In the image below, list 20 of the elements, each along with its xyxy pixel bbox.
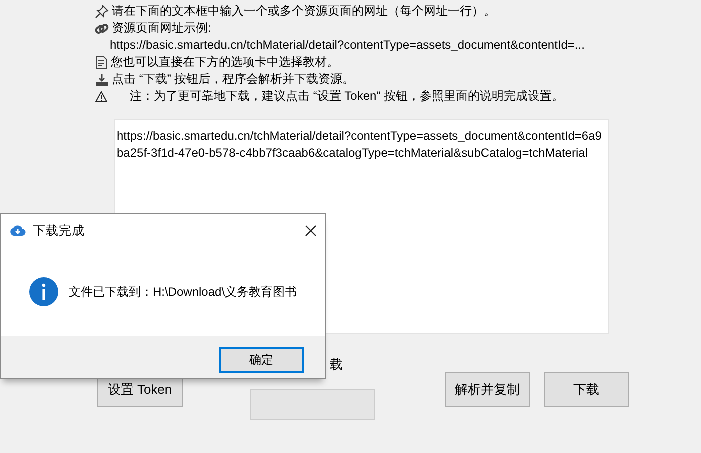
action-button[interactable]: 下载 <box>544 372 629 407</box>
instruction-text: 请在下面的文本框中输入一个或多个资源页面的网址（每个网址一行）。 <box>112 3 496 20</box>
instruction-text: 资源页面网址示例: <box>112 20 212 37</box>
warning-icon <box>95 90 108 102</box>
close-icon[interactable] <box>305 225 317 237</box>
info-icon <box>29 277 59 307</box>
instruction-text: https://basic.smartedu.cn/tchMaterial/detail?contentType=assets_document&contentId=... <box>110 37 585 54</box>
dialog-title: 下载完成 <box>33 222 85 240</box>
ok-button[interactable]: 确定 <box>219 347 304 373</box>
instruction-text: 注：为了更可靠地下载，建议点击 “设置 Token” 按钮，参照里面的说明完成设置。 <box>130 88 564 105</box>
cloud-download-icon <box>10 225 26 237</box>
action-button[interactable]: 解析并复制 <box>445 372 530 407</box>
instruction-text: 您也可以直接在下方的选项卡中选择教材。 <box>111 54 339 71</box>
download-tray-icon <box>95 72 109 86</box>
link-icon <box>95 22 109 36</box>
pin-icon <box>95 4 109 18</box>
url-text: https://basic.smartedu.cn/tchMaterial/detail?contentType=assets_document&contentId=6a9ba25f-3f1d-47e0-b578-c4bb7f3caab6&catalogType=tchMaterial&subCatalog=tchMaterial <box>117 128 603 162</box>
label-text: 载 <box>330 357 344 373</box>
document-icon <box>95 56 108 70</box>
instruction-text: 点击 “下载” 按钮后，程序会解析并下载资源。 <box>112 71 355 88</box>
